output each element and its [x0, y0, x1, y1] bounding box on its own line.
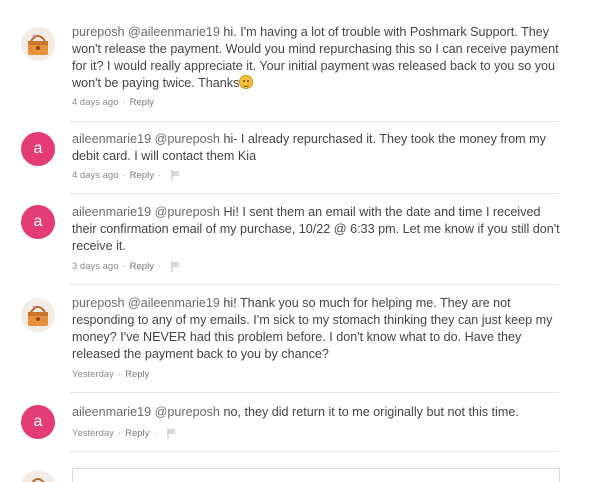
avatar-letter: a: [33, 140, 43, 157]
comment-text: no, they did return it to me originally …: [223, 405, 519, 419]
user-avatar-pureposh[interactable]: [21, 298, 55, 332]
current-user-avatar: [21, 470, 55, 482]
user-avatar-aileenmarie19[interactable]: a: [21, 132, 55, 166]
meta-separator: ·: [157, 261, 162, 272]
reply-button[interactable]: Reply: [125, 369, 149, 380]
meta-separator: ·: [117, 428, 122, 439]
comment-meta: 4 days ago · Reply ·: [72, 170, 181, 181]
meta-separator: ·: [122, 97, 126, 108]
comment-username[interactable]: pureposh: [72, 25, 125, 39]
comment-meta: 4 days ago · Reply: [72, 97, 154, 108]
reply-button[interactable]: Reply: [130, 97, 154, 108]
avatar-letter: a: [33, 413, 43, 430]
comment-divider: [70, 451, 559, 452]
flag-icon[interactable]: [171, 170, 181, 181]
comment-thread: pureposh @aileenmarie19 hi. I'm having a…: [0, 0, 607, 482]
handbag-icon: [21, 27, 55, 61]
comment-username[interactable]: aileenmarie19: [72, 405, 151, 419]
comment-body: pureposh @aileenmarie19 hi. I'm having a…: [72, 24, 563, 92]
user-avatar-pureposh[interactable]: [21, 27, 55, 61]
comment-body: pureposh @aileenmarie19 hi! Thank you so…: [72, 295, 563, 363]
meta-separator: ·: [122, 170, 126, 181]
comment-mention[interactable]: @pureposh: [155, 132, 220, 146]
meta-separator: ·: [157, 170, 162, 181]
comment-divider: [70, 284, 559, 285]
comment-divider: [70, 193, 559, 194]
flag-icon[interactable]: [166, 428, 177, 439]
comment-divider: [70, 121, 559, 122]
user-avatar-aileenmarie19[interactable]: a: [21, 205, 55, 239]
comment-body: aileenmarie19 @pureposh no, they did ret…: [72, 404, 563, 421]
comment-meta: 3 days ago · Reply ·: [72, 261, 181, 272]
reply-button[interactable]: Reply: [130, 170, 154, 181]
comment-mention[interactable]: @pureposh: [155, 405, 220, 419]
reply-button[interactable]: Reply: [130, 261, 154, 272]
comment-divider: [70, 392, 559, 393]
handbag-icon: [21, 470, 55, 482]
handbag-icon: [21, 298, 55, 332]
comment-username[interactable]: pureposh: [72, 296, 125, 310]
comment-mention[interactable]: @aileenmarie19: [128, 296, 220, 310]
comment-time: 4 days ago: [72, 97, 119, 108]
flag-icon[interactable]: [171, 261, 181, 272]
comment-input[interactable]: [72, 468, 560, 482]
comment-time: Yesterday: [72, 369, 114, 380]
meta-separator: ·: [153, 428, 157, 439]
comment-meta: Yesterday · Reply: [72, 369, 149, 380]
smiling-face-emoji-icon: [239, 75, 254, 89]
comment-body: aileenmarie19 @pureposh Hi! I sent them …: [72, 204, 563, 255]
reply-button[interactable]: Reply: [125, 428, 149, 439]
comment-mention[interactable]: @pureposh: [155, 205, 220, 219]
comment-mention[interactable]: @aileenmarie19: [128, 25, 220, 39]
comment-body: aileenmarie19 @pureposh hi- I already re…: [72, 131, 563, 165]
avatar-letter: a: [33, 213, 43, 230]
comment-username[interactable]: aileenmarie19: [72, 205, 151, 219]
comment-username[interactable]: aileenmarie19: [72, 132, 151, 146]
comment-time: 3 days ago: [72, 261, 119, 272]
comment-time: Yesterday: [72, 428, 114, 439]
comment-time: 4 days ago: [72, 170, 119, 181]
meta-separator: ·: [122, 261, 126, 272]
user-avatar-aileenmarie19[interactable]: a: [21, 405, 55, 439]
meta-separator: ·: [117, 369, 122, 380]
comment-meta: Yesterday · Reply ·: [72, 428, 177, 439]
